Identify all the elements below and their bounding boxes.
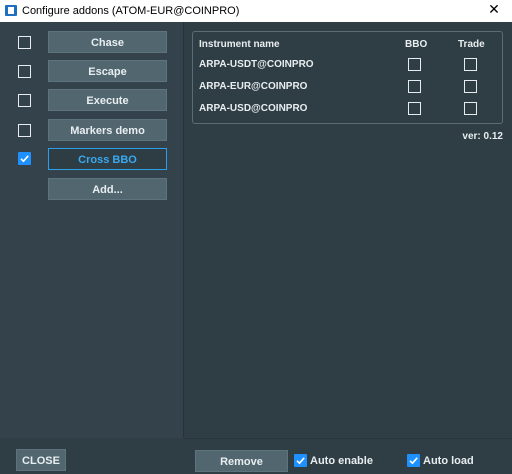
- add-addon-button[interactable]: Add...: [48, 178, 167, 200]
- addon-row-markers-demo: Markers demo: [0, 118, 183, 142]
- window-title: Configure addons (ATOM-EUR@COINPRO): [22, 5, 240, 17]
- auto-enable-label: Auto enable: [310, 455, 373, 467]
- addon-row-escape: Escape: [0, 59, 183, 83]
- app-icon: [5, 5, 17, 16]
- auto-load-checkbox[interactable]: [407, 454, 420, 467]
- trade-checkbox-arpa-usd[interactable]: [464, 102, 477, 115]
- remove-button[interactable]: Remove: [195, 450, 288, 472]
- addon-row-execute: Execute: [0, 88, 183, 112]
- addon-row-cross-bbo: Cross BBO: [0, 147, 183, 171]
- addon-checkbox-escape[interactable]: [18, 65, 31, 78]
- dialog-body: Chase Escape Execute Markers demo Cross …: [0, 22, 512, 474]
- instrument-name-arpa-usd: ARPA-USD@COINPRO: [199, 103, 308, 114]
- close-button[interactable]: CLOSE: [16, 449, 66, 471]
- bbo-checkbox-arpa-usdt[interactable]: [408, 58, 421, 71]
- checkmark-icon: [409, 457, 418, 465]
- addon-checkbox-markers-demo[interactable]: [18, 124, 31, 137]
- addon-checkbox-chase[interactable]: [18, 36, 31, 49]
- title-bar: Configure addons (ATOM-EUR@COINPRO) ✕: [0, 0, 512, 22]
- checkmark-icon: [296, 457, 305, 465]
- trade-checkbox-arpa-usdt[interactable]: [464, 58, 477, 71]
- bbo-checkbox-arpa-eur[interactable]: [408, 80, 421, 93]
- addon-button-markers-demo[interactable]: Markers demo: [48, 119, 167, 141]
- auto-enable-checkbox[interactable]: [294, 454, 307, 467]
- header-instrument-name: Instrument name: [199, 39, 280, 50]
- addon-checkbox-cross-bbo[interactable]: [18, 152, 31, 165]
- addon-row-chase: Chase: [0, 30, 183, 54]
- addon-checkbox-execute[interactable]: [18, 94, 31, 107]
- bbo-checkbox-arpa-usd[interactable]: [408, 102, 421, 115]
- close-window-icon[interactable]: ✕: [486, 2, 502, 18]
- header-bbo: BBO: [405, 39, 428, 50]
- header-trade: Trade: [458, 39, 485, 50]
- trade-checkbox-arpa-eur[interactable]: [464, 80, 477, 93]
- addons-list-panel: Chase Escape Execute Markers demo Cross …: [0, 22, 184, 438]
- instrument-name-arpa-usdt: ARPA-USDT@COINPRO: [199, 59, 314, 70]
- instruments-table: Instrument name BBO Trade ARPA-USDT@COIN…: [192, 31, 503, 124]
- checkmark-icon: [20, 155, 29, 163]
- addon-button-escape[interactable]: Escape: [48, 60, 167, 82]
- instrument-name-arpa-eur: ARPA-EUR@COINPRO: [199, 81, 308, 92]
- addon-button-execute[interactable]: Execute: [48, 89, 167, 111]
- addon-button-chase[interactable]: Chase: [48, 31, 167, 53]
- footer-divider: [184, 438, 512, 439]
- auto-load-label: Auto load: [423, 455, 474, 467]
- add-addon-row: Add...: [0, 177, 183, 201]
- addon-button-cross-bbo[interactable]: Cross BBO: [48, 148, 167, 170]
- version-label: ver: 0.12: [462, 131, 503, 142]
